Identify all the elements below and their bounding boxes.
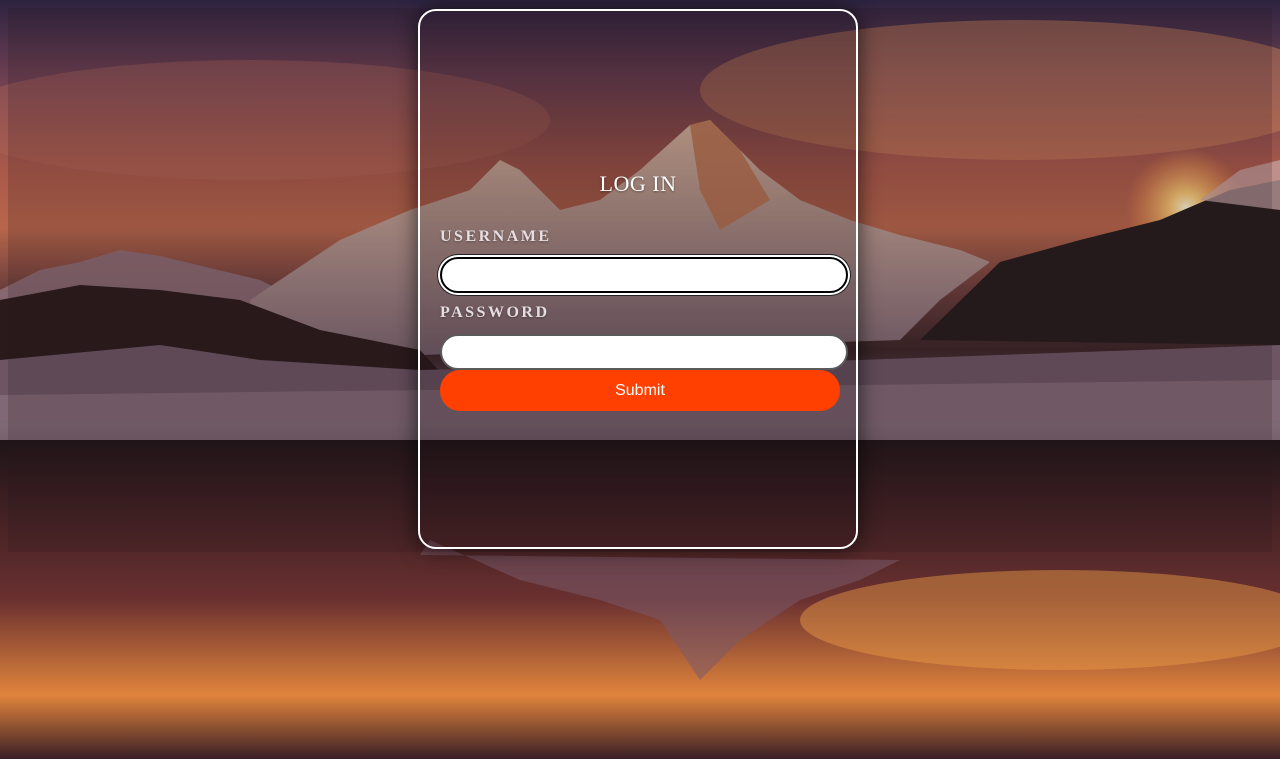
login-card: LOG IN USERNAME PASSWORD Submit	[418, 9, 858, 549]
password-label: PASSWORD	[440, 304, 550, 321]
username-label: USERNAME	[440, 228, 552, 245]
login-title: LOG IN	[599, 171, 677, 196]
username-input[interactable]	[440, 257, 848, 293]
password-input[interactable]	[440, 334, 848, 370]
submit-button[interactable]: Submit	[440, 370, 840, 411]
